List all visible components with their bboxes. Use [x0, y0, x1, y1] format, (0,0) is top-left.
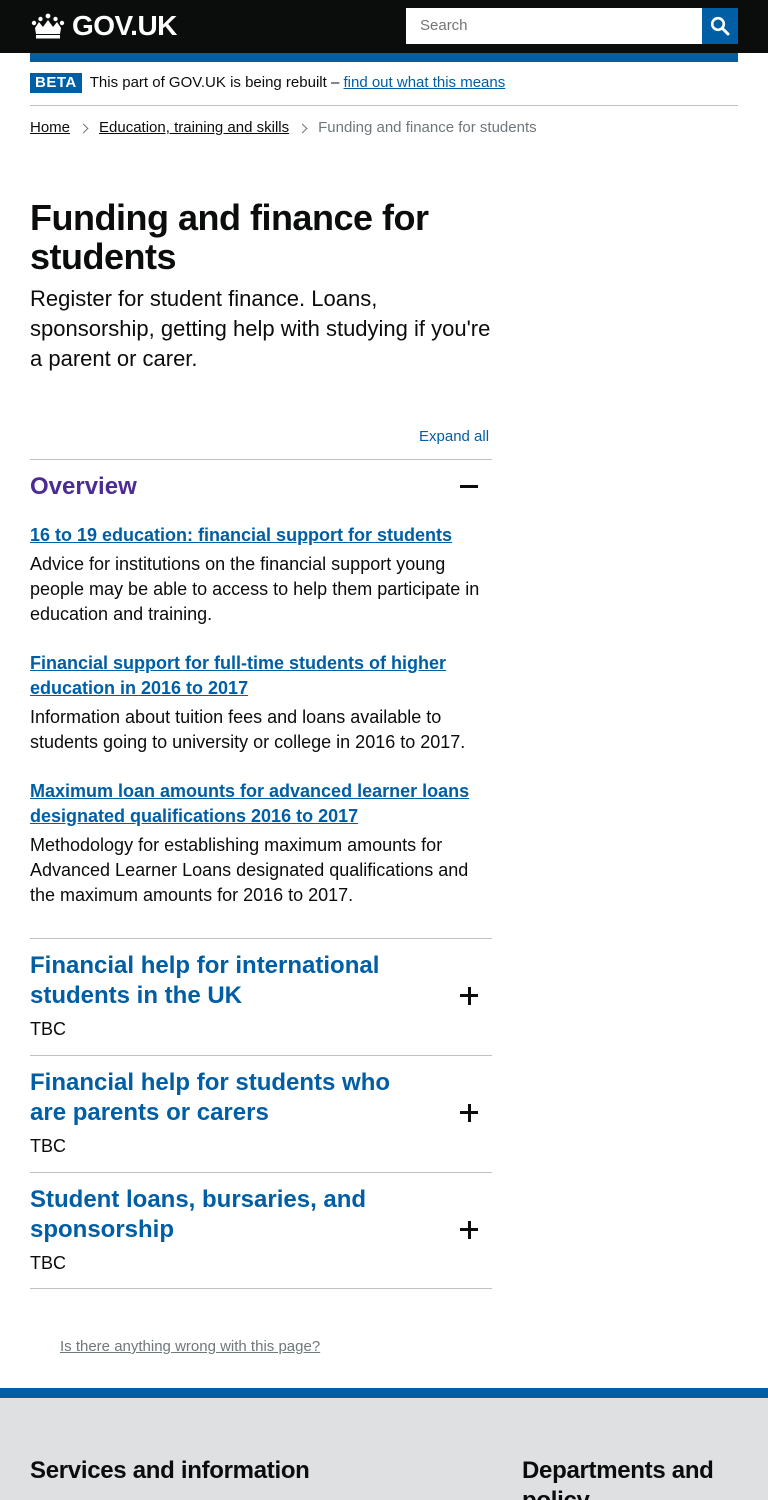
- report-problem-link[interactable]: Is there anything wrong with this page?: [60, 1338, 320, 1355]
- beta-message: This part of GOV.UK is being rebuilt –: [89, 74, 340, 91]
- breadcrumb-education[interactable]: Education, training and skills: [99, 118, 289, 138]
- govuk-logo-link[interactable]: GOV.UK: [30, 10, 177, 42]
- footer-blue-bar: [0, 1388, 768, 1398]
- plus-icon[interactable]: [460, 987, 478, 1005]
- section-title: Financial help for students who are pare…: [30, 1069, 391, 1126]
- page-lede: Register for student finance. Loans, spo…: [30, 286, 491, 371]
- logo-text: GOV.UK: [72, 10, 177, 41]
- list-item: 16 to 19 education: financial support fo…: [30, 523, 492, 627]
- list-item: Financial support for full-time students…: [30, 651, 492, 755]
- beta-feedback-link[interactable]: find out what this means: [343, 74, 505, 91]
- beta-tag: BETA: [30, 73, 82, 93]
- item-link[interactable]: 16 to 19 education: financial support fo…: [30, 523, 492, 548]
- section-heading-loans[interactable]: Student loans, bursaries, and sponsorshi…: [30, 1185, 492, 1245]
- section-title: Financial help for international student…: [30, 952, 380, 1009]
- search-input[interactable]: [406, 8, 702, 44]
- section-summary: TBC: [30, 1136, 66, 1156]
- section-summary: TBC: [30, 1253, 66, 1273]
- site-footer: Services and information Departments and…: [0, 1398, 768, 1500]
- accordion-section-loans: Student loans, bursaries, and sponsorshi…: [30, 1172, 492, 1289]
- plus-icon[interactable]: [460, 1221, 478, 1239]
- section-summary: TBC: [30, 1019, 66, 1039]
- page-title: Funding and finance for students: [30, 197, 429, 277]
- plus-icon[interactable]: [460, 1104, 478, 1122]
- site-header: GOV.UK: [0, 0, 768, 53]
- crown-icon: [31, 13, 65, 39]
- item-link[interactable]: Financial support for full-time students…: [30, 651, 492, 701]
- expand-all-button[interactable]: Expand all: [419, 428, 489, 445]
- breadcrumb-current: Funding and finance for students: [318, 119, 537, 136]
- accordion-section-overview: Overview 16 to 19 education: financial s…: [30, 459, 492, 938]
- section-title: Overview: [30, 473, 137, 500]
- beta-banner-text: This part of GOV.UK is being rebuilt – f…: [90, 73, 506, 93]
- accordion-section-international: Financial help for international student…: [30, 938, 492, 1055]
- list-item: Maximum loan amounts for advanced learne…: [30, 779, 492, 908]
- item-description: Information about tuition fees and loans…: [30, 707, 466, 752]
- chevron-right-icon: [78, 123, 89, 133]
- section-heading-international[interactable]: Financial help for international student…: [30, 951, 492, 1011]
- section-heading-parents[interactable]: Financial help for students who are pare…: [30, 1068, 492, 1128]
- section-title: Student loans, bursaries, and sponsorshi…: [30, 1186, 367, 1243]
- beta-banner: BETA This part of GOV.UK is being rebuil…: [30, 73, 738, 106]
- item-description: Methodology for establishing maximum amo…: [30, 835, 469, 905]
- search-icon: [710, 16, 730, 36]
- search-button[interactable]: [702, 8, 738, 44]
- minus-icon[interactable]: [460, 478, 478, 496]
- item-description: Advice for institutions on the financial…: [30, 554, 480, 624]
- accordion: Overview 16 to 19 education: financial s…: [30, 459, 492, 1289]
- item-link[interactable]: Maximum loan amounts for advanced learne…: [30, 779, 492, 829]
- breadcrumb-home[interactable]: Home: [30, 118, 70, 138]
- section-heading-overview[interactable]: Overview: [30, 472, 492, 502]
- accordion-section-parents: Financial help for students who are pare…: [30, 1055, 492, 1172]
- breadcrumb: Home Education, training and skills Fund…: [30, 118, 537, 138]
- chevron-right-icon: [297, 123, 308, 133]
- section-content: 16 to 19 education: financial support fo…: [30, 523, 492, 908]
- footer-heading-departments: Departments and policy: [522, 1457, 714, 1500]
- footer-heading-services: Services and information: [30, 1457, 310, 1484]
- header-blue-bar: [30, 53, 738, 62]
